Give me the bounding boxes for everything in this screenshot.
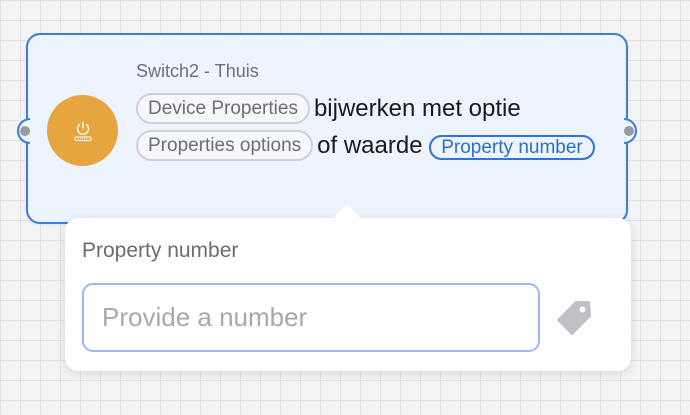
input-connector[interactable] xyxy=(17,118,30,144)
sentence-text-1: bijwerken met optie xyxy=(313,95,521,122)
device-title: Switch2 - Thuis xyxy=(136,61,259,81)
card-sentence: Device Properties bijwerken met optie Pro… xyxy=(136,90,596,164)
output-connector[interactable] xyxy=(624,118,637,144)
number-input[interactable] xyxy=(82,283,540,352)
flow-card[interactable]: Switch2 - Thuis Device Properties bijwerk… xyxy=(17,33,637,224)
device-avatar xyxy=(47,95,118,166)
tag-button[interactable] xyxy=(554,298,594,338)
tag-icon xyxy=(557,301,591,335)
power-device-icon xyxy=(74,121,91,141)
sentence-text-2: of waarde xyxy=(317,132,423,159)
input-connector-dot xyxy=(20,126,30,136)
argument-popup: Property number xyxy=(65,204,631,371)
token-device-properties[interactable]: Device Properties xyxy=(136,93,310,124)
output-connector-dot xyxy=(624,126,634,136)
token-property-number[interactable]: Property number xyxy=(429,135,595,160)
token-properties-options[interactable]: Properties options xyxy=(136,130,314,161)
popup-label: Property number xyxy=(82,239,239,262)
